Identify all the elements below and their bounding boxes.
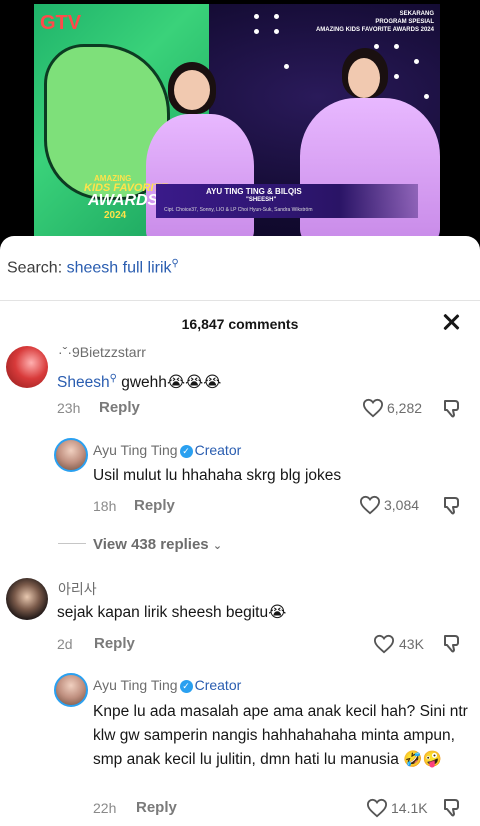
reply-time: 22h	[93, 800, 117, 816]
verified-icon: ✓	[179, 679, 193, 693]
creator-avatar[interactable]	[54, 438, 88, 472]
comment-time: 23h	[57, 400, 81, 416]
divider	[0, 300, 480, 301]
video-player[interactable]: GTV SEKARANG PROGRAM SPESIAL AMAZING KID…	[0, 0, 480, 240]
search-suggestion[interactable]: Search: sheesh full lirik⚲	[7, 258, 179, 277]
search-link[interactable]: Sheesh	[57, 374, 110, 391]
comment-count: 16,847 comments	[181, 316, 299, 332]
verified-icon: ✓	[179, 444, 193, 458]
channel-logo: GTV	[40, 12, 82, 34]
comment-username[interactable]: ·ˇ·9Bietzzstarr	[58, 344, 146, 360]
creator-avatar[interactable]	[54, 673, 88, 707]
reply-button[interactable]: Reply	[134, 497, 175, 514]
dislike-icon[interactable]	[442, 495, 462, 515]
program-badge: SEKARANG PROGRAM SPESIAL AMAZING KIDS FA…	[315, 11, 434, 33]
replies-divider	[58, 543, 86, 544]
creator-label: Creator	[194, 442, 242, 458]
comments-sheet: Search: sheesh full lirik⚲ 16,847 commen…	[0, 236, 480, 826]
creator-label: Creator	[194, 677, 242, 693]
heart-icon[interactable]	[359, 495, 381, 515]
video-frame: GTV SEKARANG PROGRAM SPESIAL AMAZING KID…	[34, 4, 440, 236]
view-replies-button[interactable]: View 438 replies ⌄	[93, 536, 222, 553]
reply-text: Usil mulut lu hhahaha skrg blg jokes	[93, 467, 342, 484]
like-count: 43K	[399, 636, 424, 652]
performer-name: AYU TING TING & BILQIS	[206, 187, 302, 196]
avatar[interactable]	[6, 578, 48, 620]
reply-text: Knpe lu ada masalah ape ama anak kecil h…	[93, 703, 468, 768]
like-count: 6,282	[387, 400, 423, 416]
reply-button[interactable]: Reply	[136, 799, 177, 816]
chevron-down-icon: ⌄	[212, 540, 223, 552]
comment-username[interactable]: 아리사	[58, 579, 97, 599]
comment-time: 2d	[57, 636, 73, 652]
song-credit: Cipt. Choice37, Sonny, LIO & LP Choi Hyu…	[164, 207, 313, 213]
heart-icon[interactable]	[366, 798, 388, 818]
performer-caption: AYU TING TING & BILQIS "SHEESH" Cipt. Ch…	[156, 184, 418, 218]
reply-time: 18h	[93, 498, 117, 514]
search-icon: ⚲	[171, 258, 179, 269]
search-icon: ⚲	[109, 373, 117, 384]
avatar[interactable]	[6, 346, 48, 388]
comment-text: Sheesh⚲ gwehh😭😭😭	[57, 373, 222, 392]
reply-button[interactable]: Reply	[99, 399, 140, 416]
like-count: 14.1K	[391, 800, 428, 816]
dislike-icon[interactable]	[442, 398, 462, 418]
close-icon[interactable]	[442, 313, 460, 331]
song-title: "SHEESH"	[246, 197, 277, 203]
heart-icon[interactable]	[362, 398, 384, 418]
like-count: 3,084	[384, 497, 420, 513]
reply-username[interactable]: Ayu Ting Ting ✓ Creator	[93, 442, 241, 458]
reply-button[interactable]: Reply	[94, 635, 135, 652]
reply-username[interactable]: Ayu Ting Ting ✓ Creator	[93, 677, 241, 693]
dislike-icon[interactable]	[442, 797, 462, 817]
search-query[interactable]: sheesh full lirik	[67, 259, 172, 276]
heart-icon[interactable]	[373, 634, 395, 654]
dislike-icon[interactable]	[442, 633, 462, 653]
comment-text: sejak kapan lirik sheesh begitu😭	[57, 604, 287, 621]
